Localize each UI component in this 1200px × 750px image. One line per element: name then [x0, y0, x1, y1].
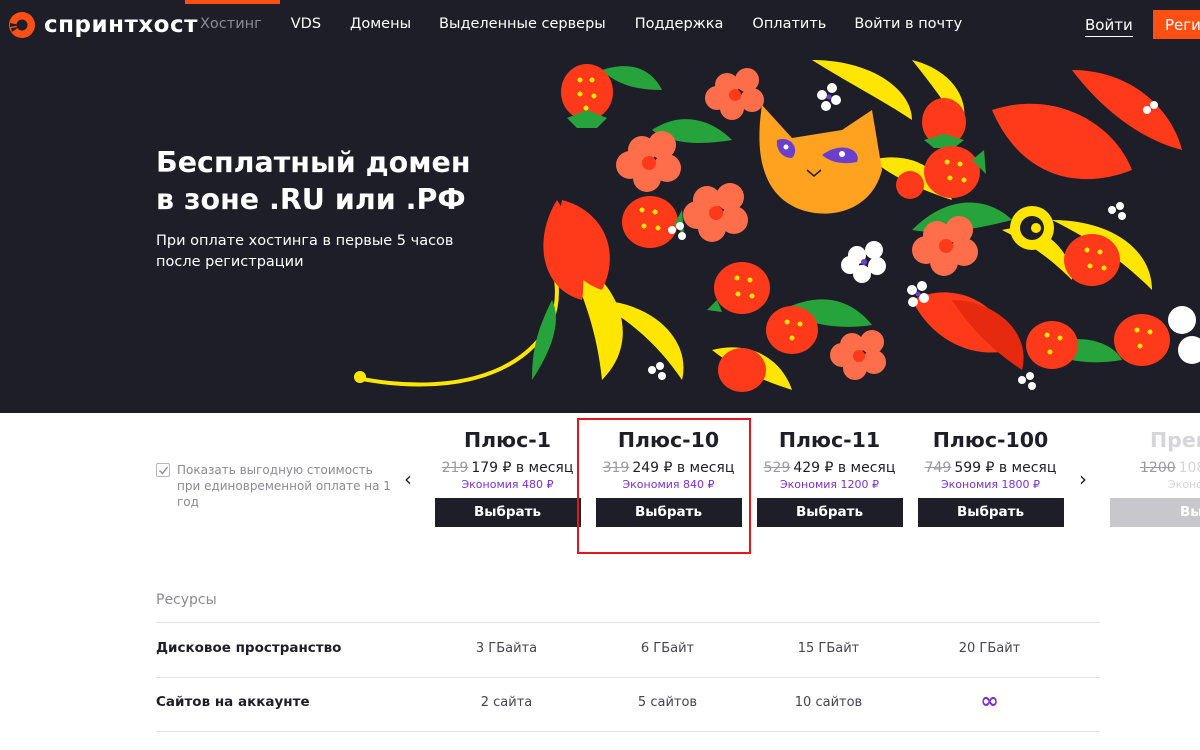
nav-item-dedicated[interactable]: Выделенные серверы	[439, 16, 606, 32]
nav-item-webmail[interactable]: Войти в почту	[854, 16, 962, 32]
plan-card-plus-100: Плюс-100 749 599 ₽ в месяц Экономия 1800 …	[917, 428, 1064, 527]
select-plan-button[interactable]: Выбрать	[756, 498, 903, 527]
plan-old-price: 529	[763, 460, 791, 476]
plan-card-premium-partial: Прем 1200108 Эконо Вы	[1110, 428, 1200, 527]
login-link[interactable]: Войти	[1085, 16, 1133, 37]
divider	[156, 731, 1100, 732]
plan-name: Прем	[1150, 428, 1200, 452]
plan-current-price: 249 ₽ в месяц	[632, 460, 735, 476]
plan-saving: Экономия 480 ₽	[461, 478, 554, 491]
resource-cell: 6 ГБайт	[640, 641, 695, 656]
main-nav: Хостинг VDS Домены Выделенные серверы По…	[200, 16, 962, 32]
resource-cell: 15 ГБайт	[797, 641, 860, 656]
next-plans-arrow-icon[interactable]: ›	[1079, 469, 1093, 490]
annual-price-checkbox[interactable]	[156, 463, 170, 477]
plan-price: 529 429 ₽ в месяц	[756, 460, 903, 476]
plan-card-plus-10: Плюс-10 319 249 ₽ в месяц Экономия 840 ₽ …	[595, 428, 742, 527]
plan-price: 219 179 ₽ в месяц	[434, 460, 581, 476]
plan-price: 749 599 ₽ в месяц	[917, 460, 1064, 476]
resource-row-label: Дисковое пространство	[156, 640, 342, 656]
register-button[interactable]: Регис	[1153, 10, 1200, 39]
select-plan-button[interactable]: Выбрать	[917, 498, 1064, 527]
infinity-icon: ∞	[980, 689, 999, 714]
divider	[156, 622, 1100, 623]
plan-current-price: 429 ₽ в месяц	[793, 460, 896, 476]
plan-old-price: 1200	[1140, 460, 1176, 476]
select-plan-button[interactable]: Выбрать	[434, 498, 581, 527]
select-plan-button[interactable]: Выбрать	[595, 498, 742, 527]
hero-banner: спринтхост Хостинг VDS Домены Выделенные…	[0, 0, 1200, 413]
nav-item-hosting[interactable]: Хостинг	[200, 16, 262, 32]
resource-row-label: Сайтов на аккаунте	[156, 694, 310, 710]
nav-item-pay[interactable]: Оплатить	[752, 16, 826, 32]
plan-old-price: 219	[441, 460, 469, 476]
nav-item-vds[interactable]: VDS	[291, 16, 321, 32]
checkmark-icon	[159, 466, 169, 475]
divider	[156, 677, 1100, 678]
active-tab-indicator	[185, 0, 280, 4]
logo-icon	[9, 12, 35, 38]
plan-price: 1200108	[1110, 460, 1200, 476]
plan-saving: Экономия 840 ₽	[622, 478, 715, 491]
plan-name: Плюс-100	[932, 428, 1049, 452]
plan-saving: Экономия 1800 ₽	[940, 478, 1041, 491]
resource-cell: 3 ГБайта	[475, 641, 538, 656]
resource-cell: 2 сайта	[480, 695, 533, 710]
plan-saving: Эконо	[1168, 478, 1200, 491]
plan-name: Плюс-10	[617, 428, 720, 452]
plan-price: 319 249 ₽ в месяц	[595, 460, 742, 476]
brand-name: спринтхост	[44, 12, 198, 38]
brand-logo[interactable]: спринтхост	[8, 11, 198, 39]
prev-plans-arrow-icon[interactable]: ‹	[404, 469, 418, 490]
plan-card-plus-1: Плюс-1 219 179 ₽ в месяц Экономия 480 ₽ В…	[434, 428, 581, 527]
plan-current-price: 179 ₽ в месяц	[471, 460, 574, 476]
plan-old-price: 319	[602, 460, 630, 476]
nav-item-domains[interactable]: Домены	[350, 16, 411, 32]
plan-current-price: 108	[1178, 460, 1200, 476]
resource-cell: 20 ГБайт	[958, 641, 1021, 656]
select-plan-button[interactable]: Вы	[1110, 498, 1200, 527]
folk-art-illustration	[354, 60, 1200, 392]
plan-saving: Экономия 1200 ₽	[779, 478, 880, 491]
resource-cell: 10 сайтов	[794, 695, 863, 710]
plan-name: Плюс-11	[778, 428, 881, 452]
annual-price-label: Показать выгодную стоимость при единовре…	[177, 463, 391, 509]
resource-cell: 5 сайтов	[637, 695, 698, 710]
plan-card-plus-11: Плюс-11 529 429 ₽ в месяц Экономия 1200 ₽…	[756, 428, 903, 527]
nav-item-support[interactable]: Поддержка	[635, 16, 724, 32]
resources-heading: Ресурсы	[156, 592, 217, 608]
plan-current-price: 599 ₽ в месяц	[954, 460, 1057, 476]
plan-name: Плюс-1	[463, 428, 552, 452]
plan-old-price: 749	[924, 460, 952, 476]
